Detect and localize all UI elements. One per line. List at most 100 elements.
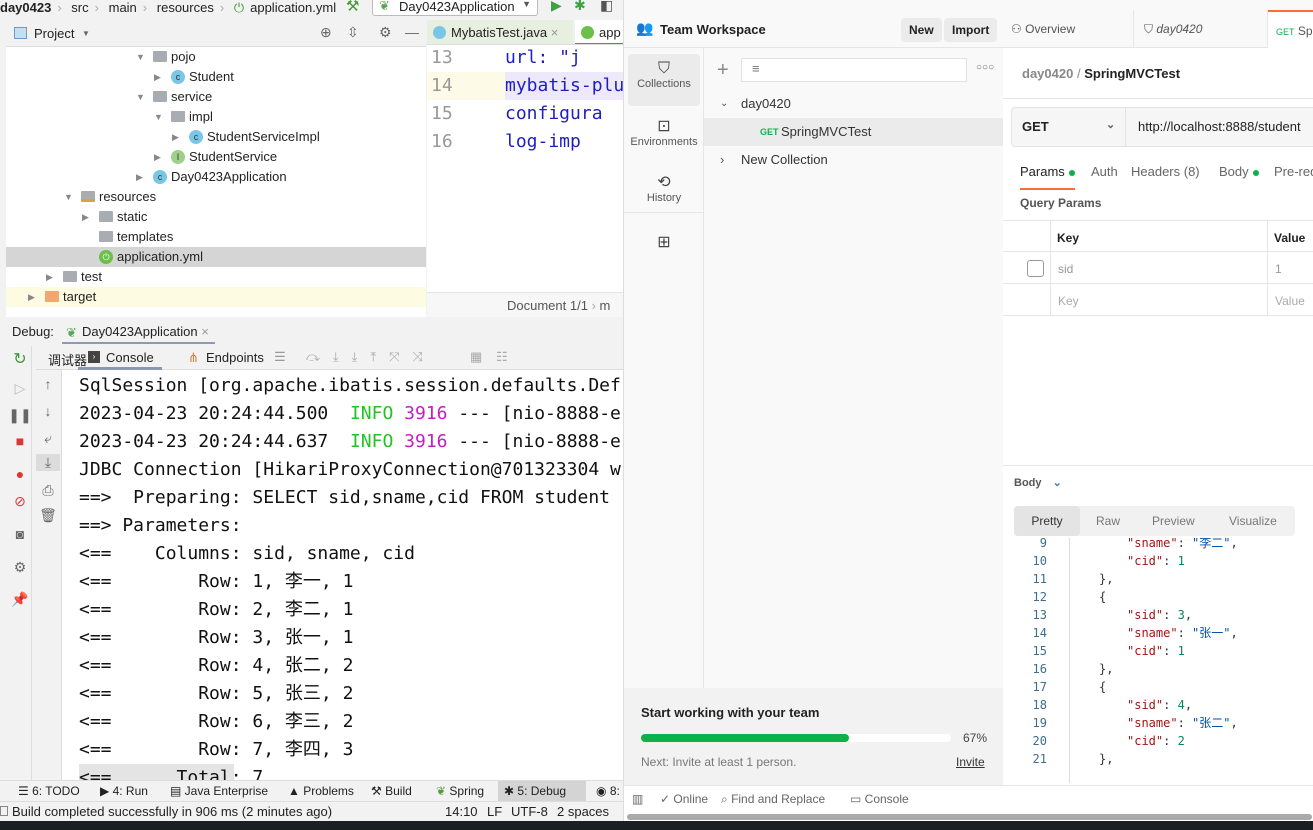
collapse-arrow-icon[interactable]: ▶ [46,267,53,287]
breadcrumb-project[interactable]: day0423 [0,0,51,15]
tab-console[interactable]: › Console [78,346,162,370]
file-encoding[interactable]: UTF-8 [511,804,548,819]
tool-services[interactable]: ◉ 8: [590,781,626,801]
collapse-arrow-icon[interactable]: ▶ [136,167,143,187]
request-springmvctest[interactable]: GET SpringMVCTest [704,118,1003,146]
tool-run[interactable]: ▶ 4: Run [94,781,154,801]
configure-sidebar-button[interactable]: ⊞ [628,228,700,258]
invite-link[interactable]: Invite [956,755,985,769]
console-button[interactable]: ▭ Console [850,792,909,806]
print-icon[interactable]: ⎙ [36,482,60,499]
collapse-arrow-icon[interactable]: ▶ [28,287,35,307]
import-button[interactable]: Import [944,18,998,42]
tree-item-resources[interactable]: ▼ resources [6,187,426,207]
method-select[interactable]: GET ⌄ [1012,108,1126,146]
coverage-icon[interactable]: ◧ [600,0,613,14]
caret-position[interactable]: 14:10 [445,804,478,819]
breadcrumb-src[interactable]: src [71,0,88,15]
breadcrumb-file[interactable]: application.yml [250,0,336,15]
expand-arrow-icon[interactable]: ▼ [154,107,163,127]
close-icon[interactable]: × [201,324,209,339]
trace-icon[interactable]: ☷ [496,349,508,365]
pause-icon[interactable]: ❚❚ [8,407,32,424]
find-replace-button[interactable]: ⌕ Find and Replace [721,792,825,807]
debug-icon[interactable]: ✱ [574,0,586,14]
plus-icon[interactable]: + [717,59,729,82]
param-value[interactable]: 1 [1275,262,1282,276]
response-body[interactable]: 9 "sname": "李二", 10 "cid": 1 11}, 12 {13 "sid":… [1003,538,1313,783]
indent-setting[interactable]: 2 spaces [557,804,609,819]
tab-pre-request[interactable]: Pre-req [1274,164,1313,179]
trash-icon[interactable]: 🗑 [36,507,60,524]
collapse-arrow-icon[interactable]: ▶ [82,207,89,227]
project-view-select[interactable]: Project [34,26,74,41]
view-breakpoints-icon[interactable]: ● [8,466,32,482]
stop-icon[interactable]: ■ [8,433,32,449]
breadcrumb-resources[interactable]: resources [157,0,214,15]
menu-icon[interactable]: ☰ [274,349,286,365]
online-status[interactable]: ✓ Online [660,792,708,806]
tree-item-studentserviceimpl[interactable]: ▶ c StudentServiceImpl [6,127,426,147]
tab-springmvctest[interactable]: GET Sp [1268,10,1313,48]
tree-item-static[interactable]: ▶ static [6,207,426,227]
breadcrumb-main[interactable]: main [109,0,137,15]
filter-input[interactable]: ≡ [741,58,967,82]
tree-item-target[interactable]: ▶ target [6,287,426,307]
tree-item-studentservice[interactable]: ▶ I StudentService [6,147,426,167]
collection-day0420[interactable]: ⌄ day0420 [704,90,1003,118]
tab-headers[interactable]: Headers (8) [1131,164,1200,179]
tool-spring[interactable]: ❦ Spring [430,781,490,801]
sidebar-item-history[interactable]: ⟲ History [628,166,700,214]
camera-icon[interactable]: ◙ [8,526,32,542]
console-output[interactable]: SqlSession [org.apache.ibatis.session.de… [62,370,623,780]
collapse-arrow-icon[interactable]: ▶ [172,127,179,147]
minimize-icon[interactable]: — [405,24,419,40]
tool-debug[interactable]: ✱ 5: Debug [498,781,586,801]
value-input[interactable]: Value [1275,294,1305,308]
sidebar-item-environments[interactable]: ⊡ Environments [628,110,700,158]
breadcrumb-collection[interactable]: day0420 [1022,66,1073,81]
chevron-down-icon[interactable]: ▼ [82,29,90,38]
sidebar-item-collections[interactable]: ⛉ Collections [628,54,700,106]
tab-application-yml[interactable]: app [575,20,623,44]
toggle-tool-windows-icon[interactable] [0,806,8,816]
view-pretty[interactable]: Pretty [1014,506,1080,536]
tab-endpoints[interactable]: ⋔ Endpoints [186,350,264,365]
tool-java-enterprise[interactable]: ▤ Java Enterprise [164,781,274,801]
run-configuration-select[interactable]: ❦ Day0423Application ▼ [372,0,538,16]
tree-item-pojo[interactable]: ▼ pojo [6,47,426,67]
document-breadcrumb[interactable]: Document 1/1 [507,298,588,313]
tree-item-application-yml[interactable]: ⏻ application.yml [6,247,426,267]
param-key[interactable]: sid [1058,262,1073,276]
up-arrow-icon[interactable]: ↑ [36,376,60,392]
scroll-to-end-icon[interactable]: ⤓ [36,454,60,471]
step-icons[interactable]: ⤼⤓⤓⤒⤧⤨ [306,349,436,365]
line-separator[interactable]: LF [487,804,502,819]
view-preview[interactable]: Preview [1152,514,1195,528]
new-button[interactable]: New [901,18,942,42]
key-input[interactable]: Key [1058,294,1079,308]
tool-problems[interactable]: ▲ Problems [282,781,360,801]
tree-item-test[interactable]: ▶ test [6,267,426,287]
view-raw[interactable]: Raw [1096,514,1120,528]
down-arrow-icon[interactable]: ↓ [36,403,60,419]
tab-auth[interactable]: Auth [1091,164,1118,179]
tree-item-student[interactable]: ▶ c Student [6,67,426,87]
expand-arrow-icon[interactable]: ▼ [136,87,145,107]
resume-icon[interactable]: ▷ [8,380,32,397]
evaluate-icon[interactable]: ▦ [470,349,482,365]
scrollbar-thumb[interactable] [627,814,1312,820]
tool-todo[interactable]: ☰ 6: TODO [12,781,86,801]
tree-item-day0423application[interactable]: ▶ c Day0423Application [6,167,426,187]
tab-body[interactable]: Body [1219,164,1259,179]
response-body-select[interactable]: Body ⌄ [1014,476,1062,489]
settings-icon[interactable]: ⚙ [8,559,32,576]
locate-icon[interactable]: ⊕ [320,24,332,41]
gear-icon[interactable]: ⚙ [379,24,392,41]
run-icon[interactable]: ▶ [551,0,562,14]
rerun-icon[interactable]: ↻ [8,349,32,369]
url-input[interactable]: http://localhost:8888/student [1126,108,1313,146]
toggle-sidebar-icon[interactable]: ▥ [632,792,643,806]
tab-day0420[interactable]: ⛉ day0420 [1134,10,1268,48]
workspace-name[interactable]: Team Workspace [660,22,766,37]
